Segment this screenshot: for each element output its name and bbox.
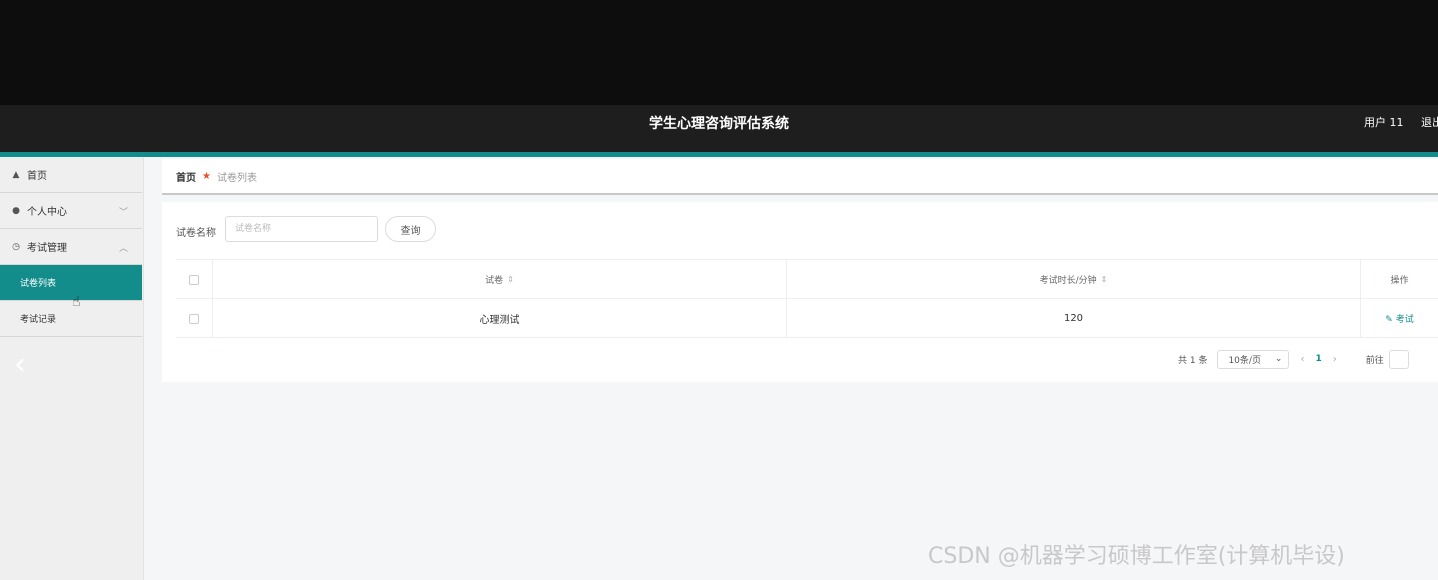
search-input[interactable] <box>225 216 378 242</box>
sidebar-item-label: 考试管理 <box>27 243 67 254</box>
cell-paper-name: 心理测试 <box>213 299 787 338</box>
sort-icon[interactable]: ⇕ <box>507 275 514 284</box>
top-black-band <box>0 0 1438 105</box>
next-page-icon[interactable]: › <box>1333 354 1337 365</box>
chevron-up-icon: ︿ <box>118 244 128 254</box>
sidebar-subitem-paper-list[interactable]: 试卷列表 <box>0 265 142 301</box>
sidebar-item-personal-center[interactable]: ● 个人中心 ﹀ <box>0 193 142 229</box>
goto-label: 前往 <box>1365 355 1384 366</box>
row-checkbox[interactable] <box>189 313 199 324</box>
goto-page-input[interactable] <box>1388 349 1409 369</box>
paper-table: 试卷 ⇕ 考试时长/分钟 ⇕ 操作 心理测试 120 ✎ 考试 <box>176 259 1438 338</box>
chevron-down-icon: ⌄ <box>1274 354 1283 364</box>
user-name[interactable]: 用户 11 <box>1364 105 1404 141</box>
user-icon: ● <box>12 205 20 216</box>
main-content: 首页 ★ 试卷列表 试卷名称 查询 试卷 ⇕ 考试时长/分钟 ⇕ 操作 <box>144 157 1438 580</box>
app-title: 学生心理咨询评估系统 <box>649 116 789 132</box>
search-button[interactable]: 查询 <box>385 216 436 242</box>
page-size-value: 10条/页 <box>1228 355 1261 366</box>
column-header-label: 操作 <box>1390 276 1409 286</box>
column-header-label: 考试时长/分钟 <box>1039 276 1097 286</box>
sidebar-item-label: 个人中心 <box>27 207 67 218</box>
column-header-actions: 操作 <box>1361 260 1438 299</box>
select-all-cell <box>176 260 213 299</box>
page-number-current[interactable]: 1 <box>1315 354 1321 364</box>
cell-actions: ✎ 考试 <box>1361 299 1438 338</box>
breadcrumb: 首页 ★ 试卷列表 <box>162 159 1438 195</box>
sidebar-item-label: 首页 <box>27 171 47 182</box>
column-header-duration[interactable]: 考试时长/分钟 ⇕ <box>787 260 1361 299</box>
row-select-cell <box>176 299 213 338</box>
sidebar-subitem-label: 考试记录 <box>20 315 57 325</box>
clock-icon: ◷ <box>12 241 20 252</box>
list-card: 试卷名称 查询 试卷 ⇕ 考试时长/分钟 ⇕ 操作 <box>162 202 1438 382</box>
select-all-checkbox[interactable] <box>189 274 199 285</box>
chevron-down-icon: ﹀ <box>118 208 128 218</box>
sort-icon[interactable]: ⇕ <box>1101 275 1108 284</box>
table-row: 心理测试 120 ✎ 考试 <box>176 299 1438 338</box>
column-header-label: 试卷 <box>485 276 504 286</box>
sidebar-subitem-exam-records[interactable]: 考试记录 <box>0 301 142 337</box>
logout-link[interactable]: 退出 <box>1421 105 1438 141</box>
pagination: 共 1 条 10条/页 ⌄ ‹ 1 › 前往 <box>1178 349 1409 369</box>
search-label: 试卷名称 <box>176 228 216 239</box>
sidebar-item-home[interactable]: ▲ 首页 <box>0 157 142 193</box>
cell-duration: 120 <box>787 299 1361 338</box>
sidebar: ▲ 首页 ● 个人中心 ﹀ ◷ 考试管理 ︿ 试卷列表 考试记录 ☝ ‹ <box>0 157 144 580</box>
prev-page-icon[interactable]: ‹ <box>1300 354 1304 365</box>
page-size-select[interactable]: 10条/页 ⌄ <box>1217 349 1290 369</box>
pagination-total: 共 1 条 <box>1178 355 1208 366</box>
edit-icon: ✎ <box>1385 315 1393 325</box>
sidebar-item-exam-management[interactable]: ◷ 考试管理 ︿ <box>0 229 142 265</box>
home-icon: ▲ <box>12 169 20 180</box>
take-exam-button[interactable]: ✎ 考试 <box>1385 312 1413 325</box>
breadcrumb-current: 试卷列表 <box>216 172 257 184</box>
sidebar-subitem-label: 试卷列表 <box>20 279 57 289</box>
column-header-paper[interactable]: 试卷 ⇕ <box>213 260 787 299</box>
take-exam-label: 考试 <box>1395 315 1414 325</box>
hand-cursor-icon: ☝ <box>72 294 81 310</box>
table-header-row: 试卷 ⇕ 考试时长/分钟 ⇕ 操作 <box>176 260 1438 299</box>
breadcrumb-home[interactable]: 首页 <box>176 169 196 184</box>
back-arrow-icon[interactable]: ‹ <box>14 347 26 382</box>
star-icon: ★ <box>202 170 211 182</box>
app-header: 学生心理咨询评估系统 用户 11 退出 <box>0 105 1438 152</box>
watermark: CSDN @机器学习硕博工作室(计算机毕设) <box>928 544 1345 569</box>
